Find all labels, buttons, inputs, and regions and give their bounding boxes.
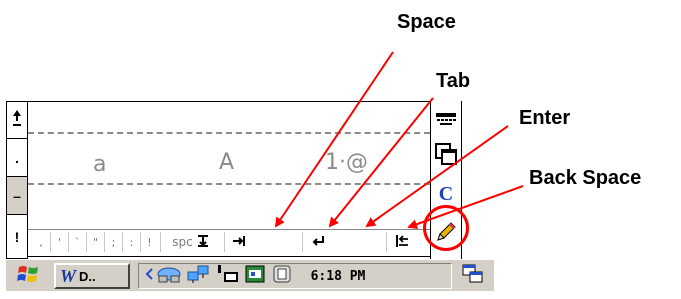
back-arrow-icon: [145, 267, 153, 285]
uppercase-zone-label: A: [219, 150, 235, 175]
battery-icon: [244, 264, 268, 289]
left-tool-strip: . – !: [6, 101, 28, 259]
tab-key[interactable]: [224, 232, 252, 252]
punct-key-exclamation[interactable]: !: [140, 232, 158, 252]
input-panel-tray-icon[interactable]: [272, 265, 292, 287]
shift-up-arrow-icon: [12, 109, 22, 132]
backspace-key[interactable]: [386, 232, 416, 252]
connection-icon: [216, 264, 240, 289]
clock[interactable]: 6:18 PM: [298, 266, 378, 286]
backspace-icon: [395, 234, 409, 251]
space-key-label: spc: [172, 235, 193, 249]
back-arrow-button[interactable]: [144, 267, 154, 285]
dash-button[interactable]: –: [7, 177, 27, 215]
period-button[interactable]: .: [7, 139, 27, 177]
c-letter-icon: C: [438, 182, 454, 205]
punct-key-quote[interactable]: ": [86, 232, 104, 252]
guide-line-bottom: [28, 183, 430, 185]
windows-flag-icon: [17, 263, 41, 290]
exclamation-button[interactable]: !: [7, 215, 27, 258]
network-icon: [156, 264, 182, 289]
network-icon-2: [186, 264, 212, 289]
punct-key-comma[interactable]: ,: [32, 232, 50, 252]
backspace-highlight-circle: [423, 205, 469, 251]
shift-button[interactable]: [7, 102, 27, 139]
start-button[interactable]: [10, 263, 48, 289]
input-panel-icon: [273, 265, 291, 288]
tab-icon: [232, 235, 246, 250]
enter-icon: [311, 235, 325, 250]
exclamation-label: !: [14, 228, 20, 245]
number-symbol-zone-label: 1·@: [325, 150, 368, 175]
window-select-icon: [434, 142, 458, 171]
enter-key[interactable]: [302, 232, 332, 252]
callout-enter: Enter: [519, 107, 571, 129]
word-task-button[interactable]: W D..: [54, 263, 130, 289]
dash-label: –: [13, 187, 21, 204]
keyboard-button[interactable]: [433, 107, 459, 135]
punctuation-row: , ' ` " ; : ! spc: [28, 229, 430, 257]
guide-line-top: [28, 132, 430, 134]
keyboard-icon: [435, 112, 457, 131]
period-label: .: [15, 149, 19, 166]
space-key[interactable]: spc: [160, 232, 220, 252]
network-tray-icon[interactable]: [156, 265, 182, 287]
network-tray-icon-2[interactable]: [186, 265, 212, 287]
connection-tray-icon[interactable]: [216, 264, 240, 289]
punct-key-apostrophe[interactable]: ': [50, 232, 68, 252]
task-label: D..: [79, 268, 96, 284]
taskbar: W D.. 6:18 PM: [6, 259, 494, 291]
lowercase-zone-label: a: [93, 152, 107, 177]
callout-tab: Tab: [436, 70, 471, 92]
battery-tray-icon[interactable]: [244, 265, 268, 287]
word-app-icon: W: [60, 265, 77, 286]
window-switcher-icon: [462, 264, 484, 289]
punct-key-semicolon[interactable]: ;: [104, 232, 122, 252]
space-icon: [197, 234, 209, 251]
callout-backspace: Back Space: [529, 167, 642, 189]
handwriting-panel[interactable]: a A 1·@: [28, 101, 430, 230]
punct-key-backtick[interactable]: `: [68, 232, 86, 252]
window-switcher-button[interactable]: [458, 263, 488, 289]
window-select-button[interactable]: [433, 141, 459, 171]
callout-space: Space: [397, 11, 456, 33]
punct-key-colon[interactable]: :: [122, 232, 140, 252]
